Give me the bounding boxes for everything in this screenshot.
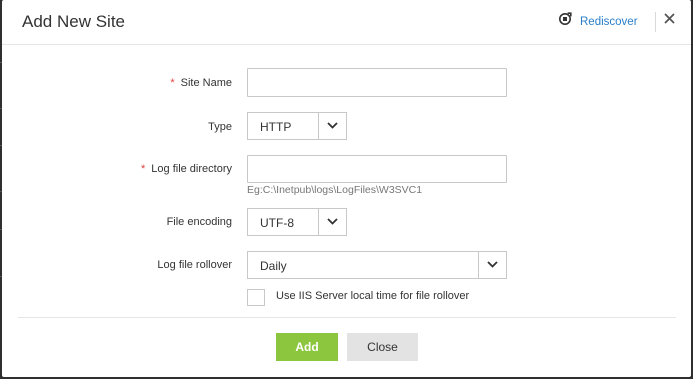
- iis-local-time-label: Use IIS Server local time for file rollo…: [276, 290, 470, 302]
- rollover-select[interactable]: Daily: [247, 251, 507, 279]
- chevron-down-icon: [318, 209, 346, 235]
- encoding-label: File encoding: [166, 216, 232, 228]
- chevron-down-icon: [318, 113, 346, 139]
- close-icon[interactable]: [662, 10, 678, 28]
- close-button[interactable]: Close: [347, 333, 418, 361]
- rollover-select-value: Daily: [260, 259, 287, 273]
- encoding-select-value: UTF-8: [260, 216, 294, 230]
- encoding-select[interactable]: UTF-8: [247, 208, 347, 236]
- type-select-value: HTTP: [260, 120, 292, 134]
- add-site-dialog: Add New Site Rediscover * Site Name Type …: [2, 0, 691, 377]
- rollover-label: Log file rollover: [157, 259, 232, 271]
- required-marker: *: [141, 163, 146, 175]
- dialog-header: Add New Site Rediscover: [2, 0, 691, 45]
- rediscover-label: Rediscover: [580, 15, 638, 28]
- add-button[interactable]: Add: [276, 333, 338, 361]
- log-dir-hint: Eg:C:\Inetpub\logs\LogFiles\W3SVC1: [247, 184, 423, 196]
- log-dir-input[interactable]: [247, 155, 507, 183]
- site-name-input[interactable]: [247, 68, 507, 97]
- dialog-title: Add New Site: [22, 12, 125, 31]
- iis-local-time-checkbox[interactable]: [247, 289, 265, 306]
- required-marker: *: [170, 77, 175, 89]
- site-name-label: * Site Name: [170, 77, 232, 89]
- rediscover-link[interactable]: Rediscover: [558, 12, 638, 31]
- rediscover-icon: [558, 12, 572, 31]
- type-label: Type: [208, 121, 232, 133]
- header-divider: [655, 12, 656, 32]
- log-dir-label: * Log file directory: [141, 163, 232, 175]
- footer-divider: [18, 317, 676, 318]
- type-select[interactable]: HTTP: [247, 112, 347, 140]
- chevron-down-icon: [478, 252, 506, 278]
